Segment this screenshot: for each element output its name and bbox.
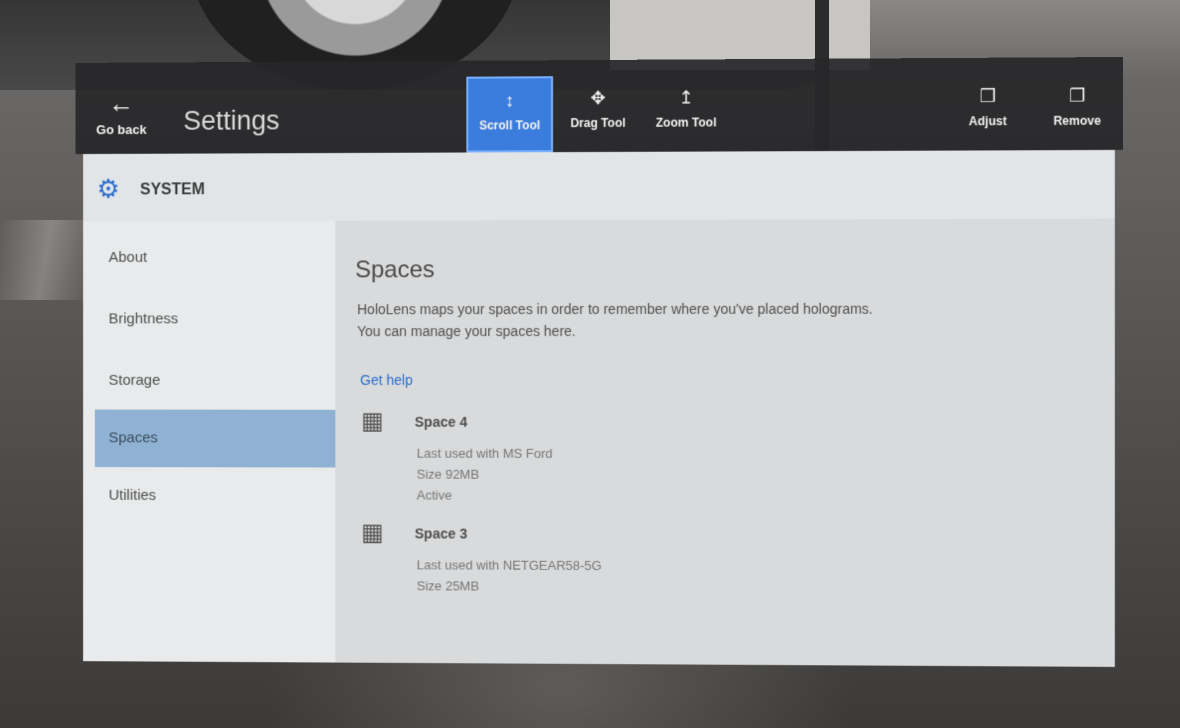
scroll-tool-button[interactable]: ↕ Scroll Tool (466, 76, 554, 153)
remove-label: Remove (1053, 113, 1101, 128)
go-back-button[interactable]: ← Go back (87, 88, 156, 152)
drag-tool-label: Drag Tool (570, 115, 626, 131)
space-map-icon: ▦ (361, 407, 384, 435)
space-item[interactable]: ▦ Space 4 Last used with MS Ford Size 92… (361, 407, 760, 511)
settings-nav: About Brightness Storage Spaces Utilitie… (94, 220, 336, 663)
get-help-link[interactable]: Get help (360, 372, 413, 388)
zoom-tool-button[interactable]: ↥ Zoom Tool (646, 75, 726, 152)
system-header: ⚙ SYSTEM (83, 149, 1115, 222)
space-size: Size 92MB (416, 466, 480, 482)
system-label: SYSTEM (140, 181, 205, 199)
remove-button[interactable]: ❐ Remove (1040, 73, 1115, 150)
space-name: Space 4 (414, 413, 468, 430)
scroll-icon: ↕ (505, 90, 515, 111)
scroll-tool-label: Scroll Tool (479, 118, 541, 133)
app-bar: ← Go back Settings ↕ Scroll Tool ✥ Drag … (75, 56, 1124, 155)
space-status: Active (416, 487, 452, 503)
adjust-label: Adjust (968, 114, 1007, 129)
space-map-icon: ▦ (361, 519, 384, 547)
space-size: Size 25MB (416, 578, 480, 594)
spaces-content: Spaces HoloLens maps your spaces in orde… (335, 218, 1115, 667)
settings-panel: ⚙ SYSTEM About Brightness Storage Spaces… (83, 149, 1115, 667)
nav-item-utilities[interactable]: Utilities (95, 467, 335, 525)
go-back-label: Go back (96, 122, 147, 138)
nav-item-brightness[interactable]: Brightness (95, 290, 335, 348)
nav-item-storage[interactable]: Storage (95, 352, 335, 410)
nav-item-spaces[interactable]: Spaces (94, 409, 336, 468)
zoom-tool-label: Zoom Tool (655, 115, 717, 130)
remove-cube-icon: ❐ (1068, 85, 1086, 106)
nav-item-about[interactable]: About (95, 229, 335, 287)
drag-tool-button[interactable]: ✥ Drag Tool (560, 76, 636, 152)
drag-icon: ✥ (590, 87, 606, 109)
space-name: Space 3 (414, 525, 468, 542)
zoom-icon: ↥ (678, 87, 694, 108)
spaces-description: HoloLens maps your spaces in order to re… (357, 300, 873, 340)
space-last-used: Last used with NETGEAR58-5G (416, 557, 602, 574)
space-last-used: Last used with MS Ford (416, 445, 553, 461)
app-title: Settings (183, 105, 280, 136)
adjust-button[interactable]: ❒ Adjust (954, 74, 1021, 151)
settings-hologram-window: ← Go back Settings ↕ Scroll Tool ✥ Drag … (75, 56, 1124, 671)
back-arrow-icon: ← (108, 88, 135, 119)
space-item[interactable]: ▦ Space 3 Last used with NETGEAR58-5G Si… (361, 519, 760, 602)
page-title: Spaces (355, 256, 435, 284)
adjust-cube-icon: ❒ (979, 85, 996, 107)
gear-icon: ⚙ (96, 173, 120, 204)
